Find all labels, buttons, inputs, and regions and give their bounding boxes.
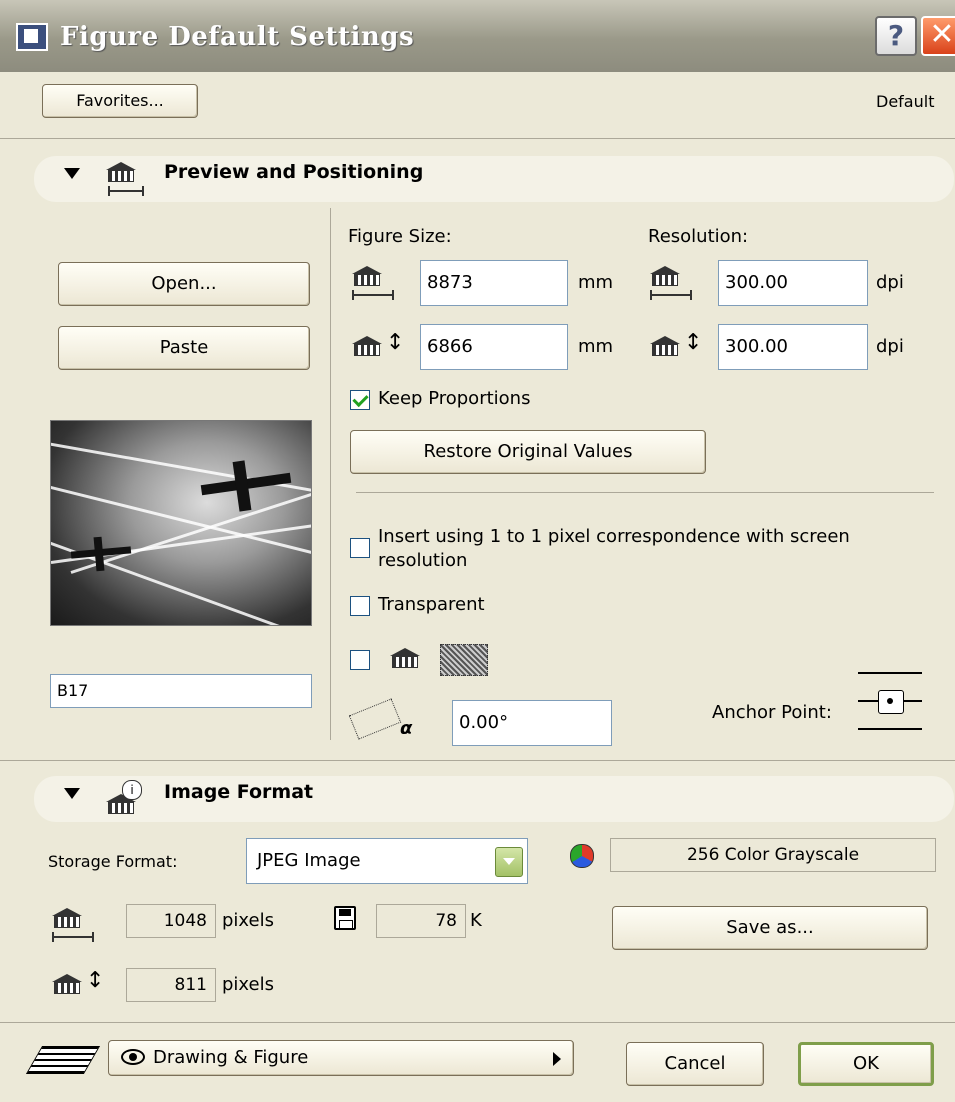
figure-size-label: Figure Size: — [348, 226, 452, 247]
image-format-section-title: Image Format — [164, 781, 314, 803]
height-icon: ↕ — [86, 968, 105, 993]
storage-format-select[interactable]: JPEG Image — [246, 838, 528, 884]
resolution-v-unit: dpi — [876, 336, 904, 357]
resolution-h-field[interactable]: 300.00 — [718, 260, 868, 306]
figure-name-field[interactable]: B17 — [50, 674, 312, 708]
preview-section-header[interactable]: Preview and Positioning — [34, 156, 954, 202]
color-mode-display: 256 Color Grayscale — [610, 838, 936, 872]
restore-original-values-button[interactable]: Restore Original Values — [350, 430, 706, 474]
header-divider — [0, 138, 955, 139]
width-icon — [108, 186, 144, 196]
pixel-correspondence-label: Insert using 1 to 1 pixel correspondence… — [378, 526, 850, 571]
title-bar[interactable]: Figure Default Settings ? ✕ — [0, 0, 955, 72]
preview-section-icon — [106, 162, 136, 182]
section-divider — [0, 760, 955, 761]
image-format-section-header[interactable]: i Image Format — [34, 776, 954, 822]
rotation-angle-field[interactable]: 0.00° — [452, 700, 612, 746]
figure-width-field[interactable]: 8873 — [420, 260, 568, 306]
floppy-disk-icon — [334, 906, 356, 930]
height-icon: ↕ — [386, 330, 405, 355]
width-icon — [650, 290, 692, 300]
anchor-point-icon[interactable] — [858, 670, 922, 734]
default-label: Default — [876, 92, 935, 111]
favorites-button[interactable]: Favorites... — [42, 84, 198, 118]
close-icon[interactable]: ✕ — [921, 16, 955, 56]
keep-proportions-label: Keep Proportions — [378, 388, 531, 409]
layer-menu-button[interactable]: Drawing & Figure — [108, 1040, 574, 1076]
preview-section-title: Preview and Positioning — [164, 161, 424, 183]
figure-height-icon — [352, 336, 382, 356]
transparent-label: Transparent — [378, 594, 485, 615]
column-divider — [330, 208, 331, 740]
storage-format-label: Storage Format: — [48, 852, 178, 871]
width-icon — [52, 932, 94, 942]
pixel-height-icon — [52, 974, 82, 994]
pixel-width-icon — [52, 908, 82, 928]
footer-divider — [0, 1022, 955, 1023]
resolution-h-icon — [650, 266, 680, 286]
collapse-triangle-icon[interactable] — [64, 788, 80, 799]
window-title: Figure Default Settings — [60, 22, 415, 52]
storage-format-value: JPEG Image — [257, 850, 361, 871]
layers-icon — [25, 1046, 101, 1074]
cancel-button[interactable]: Cancel — [626, 1042, 764, 1086]
figure-width-icon — [352, 266, 382, 286]
options-divider — [356, 492, 934, 493]
file-size-display: 78 — [376, 904, 466, 938]
save-as-button[interactable]: Save as... — [612, 906, 928, 950]
transparent-checkbox[interactable] — [350, 596, 370, 616]
keep-proportions-checkbox[interactable] — [350, 390, 370, 410]
pixel-width-display: 1048 — [126, 904, 216, 938]
angle-icon — [348, 698, 402, 740]
resolution-label: Resolution: — [648, 226, 749, 247]
eye-icon — [121, 1049, 145, 1065]
help-icon[interactable]: ? — [875, 16, 917, 56]
dropdown-arrow-icon[interactable] — [495, 847, 523, 877]
figure-icon — [16, 23, 48, 51]
color-wheel-icon — [570, 844, 594, 868]
ok-button[interactable]: OK — [798, 1042, 934, 1086]
width-icon — [352, 290, 394, 300]
pixel-correspondence-checkbox[interactable] — [350, 538, 370, 558]
alpha-icon: α — [400, 718, 413, 739]
figure-settings-dialog: Figure Default Settings ? ✕ Favorites...… — [0, 0, 955, 1102]
resolution-v-field[interactable]: 300.00 — [718, 324, 868, 370]
submenu-arrow-icon — [553, 1052, 561, 1066]
mirror-checkbox[interactable] — [350, 650, 370, 670]
pixel-height-unit: pixels — [222, 974, 274, 995]
anchor-point-label: Anchor Point: — [712, 702, 832, 723]
resolution-v-icon — [650, 336, 680, 356]
width-unit: mm — [578, 272, 614, 293]
figure-preview-image — [50, 420, 312, 626]
open-button[interactable]: Open... — [58, 262, 310, 306]
layer-menu-label: Drawing & Figure — [153, 1047, 309, 1068]
height-unit: mm — [578, 336, 614, 357]
resolution-h-unit: dpi — [876, 272, 904, 293]
paste-button[interactable]: Paste — [58, 326, 310, 370]
figure-height-field[interactable]: 6866 — [420, 324, 568, 370]
collapse-triangle-icon[interactable] — [64, 168, 80, 179]
pixel-width-unit: pixels — [222, 910, 274, 931]
info-icon: i — [122, 780, 142, 800]
pixel-height-display: 811 — [126, 968, 216, 1002]
file-size-unit: K — [470, 910, 482, 931]
mirrored-figure-icon — [440, 644, 488, 676]
mirror-figure-icon — [390, 648, 420, 668]
height-icon: ↕ — [684, 330, 703, 355]
